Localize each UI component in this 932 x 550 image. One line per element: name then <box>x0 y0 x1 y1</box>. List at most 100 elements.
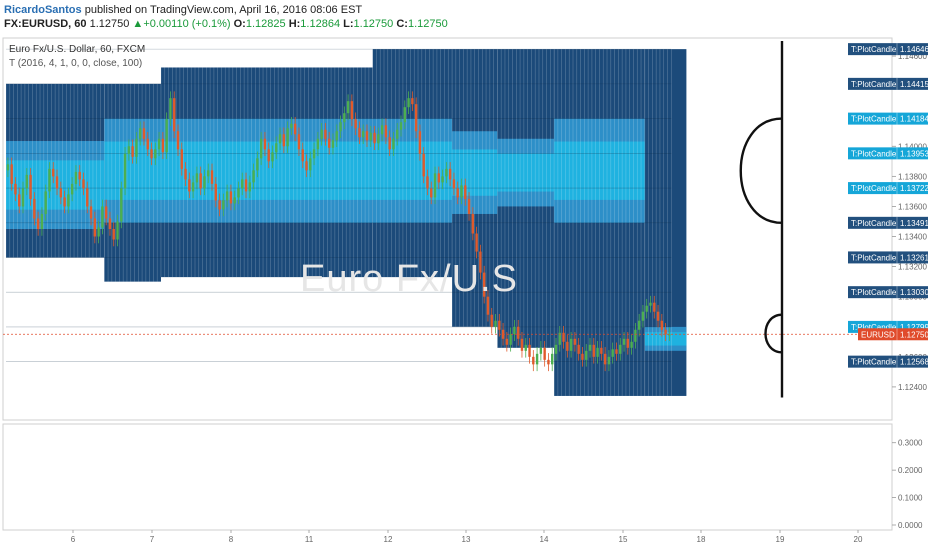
candle-body <box>343 113 346 123</box>
candle-body <box>101 206 104 228</box>
candle-body <box>188 179 191 192</box>
price-label-name: T:PlotCandle <box>851 253 897 262</box>
candle-body <box>588 344 592 351</box>
candle-body <box>467 198 471 214</box>
candle-body <box>150 149 153 159</box>
candle-body <box>104 206 108 219</box>
price-label-name: T:PlotCandle <box>851 115 897 124</box>
candle-body <box>237 188 240 198</box>
candle-body <box>471 213 475 234</box>
price-tick-label: 1.13600 <box>898 202 927 211</box>
candle-body <box>112 229 115 240</box>
candle-body <box>157 138 161 150</box>
time-tick-label: 6 <box>71 535 76 544</box>
price-label-name: T:PlotCandle <box>851 149 897 158</box>
indicator-legend[interactable]: T (2016, 4, 1, 0, 0, close, 100) <box>9 58 142 69</box>
candle-body <box>169 98 172 120</box>
candle-body <box>222 200 225 210</box>
candle-body <box>539 347 543 354</box>
candle-body <box>10 164 13 184</box>
candle-body <box>509 334 512 345</box>
candle-body <box>142 128 146 139</box>
candle-body <box>396 129 399 139</box>
time-tick-label: 19 <box>776 535 785 544</box>
candle-body <box>131 146 134 157</box>
candle-body <box>441 176 444 183</box>
candle-body <box>297 134 301 150</box>
candle-body <box>516 326 520 339</box>
time-tick-label: 15 <box>619 535 628 544</box>
candle-body <box>233 197 236 204</box>
candle-body <box>59 188 63 198</box>
candle-body <box>176 131 180 150</box>
time-tick-label: 11 <box>305 535 314 544</box>
price-tick-label: 1.13400 <box>898 233 927 242</box>
candle-body <box>335 131 338 141</box>
candle-body <box>286 128 289 147</box>
candle-body <box>448 168 452 180</box>
candle-body <box>339 122 342 132</box>
candle-body <box>214 183 217 201</box>
candle-body <box>637 320 641 330</box>
candle-body <box>70 183 74 195</box>
price-tick-label: 1.13200 <box>898 263 927 272</box>
candle-body <box>384 125 388 138</box>
candle-body <box>259 138 263 159</box>
candle-body <box>252 170 255 183</box>
candle-body <box>135 138 138 157</box>
candle-body <box>630 341 633 348</box>
candle-body <box>320 129 323 139</box>
candle-body <box>108 218 112 229</box>
price-tick-label: 1.12400 <box>898 383 927 392</box>
candle-body <box>271 152 274 162</box>
candle-body <box>248 182 252 192</box>
instrument-legend[interactable]: Euro Fx/U.S. Dollar, 60, FXCM <box>9 44 145 55</box>
time-tick-label: 7 <box>150 535 155 544</box>
candle-body <box>93 218 97 237</box>
time-tick-label: 14 <box>540 535 549 544</box>
candle-body <box>82 179 85 189</box>
candle-body <box>547 359 550 365</box>
candle-body <box>430 188 433 198</box>
candle-body <box>528 344 531 357</box>
candle-body <box>380 125 384 135</box>
candle-body <box>543 347 546 360</box>
candle-body <box>399 122 403 130</box>
candle-body <box>55 176 59 189</box>
candle-body <box>358 128 361 138</box>
lower-pane <box>2 423 893 531</box>
candle-body <box>365 131 369 141</box>
candle-body <box>324 129 327 139</box>
candle-body <box>312 149 316 159</box>
candle-body <box>86 188 89 207</box>
candle-body <box>63 197 66 207</box>
candle-body <box>263 138 267 150</box>
candle-body <box>513 326 516 335</box>
candle-body <box>301 149 304 162</box>
candle-body <box>225 191 229 201</box>
price-label-name: T:PlotCandle <box>851 45 897 54</box>
candle-body <box>494 320 497 327</box>
candle-body <box>123 153 127 189</box>
profile-band-core <box>497 153 555 192</box>
candle-body <box>29 174 32 199</box>
candle-body <box>97 227 100 237</box>
candle-body <box>373 132 376 144</box>
candle-body <box>611 349 614 357</box>
candle-body <box>275 143 278 153</box>
price-label-value: 1.13030 <box>900 288 929 297</box>
candle-body <box>354 119 357 129</box>
candle-body <box>14 183 17 195</box>
candle-body <box>316 138 320 150</box>
candle-body <box>161 138 165 153</box>
candle-body <box>362 131 365 138</box>
candle-body <box>327 138 331 148</box>
candle-body <box>600 347 603 354</box>
candle-body <box>418 131 422 154</box>
candle-body <box>267 149 270 162</box>
candle-body <box>452 179 456 189</box>
candle-body <box>6 164 10 171</box>
price-label-value: 1.13261 <box>900 253 929 262</box>
candle-body <box>173 98 176 132</box>
candle-body <box>581 353 584 360</box>
